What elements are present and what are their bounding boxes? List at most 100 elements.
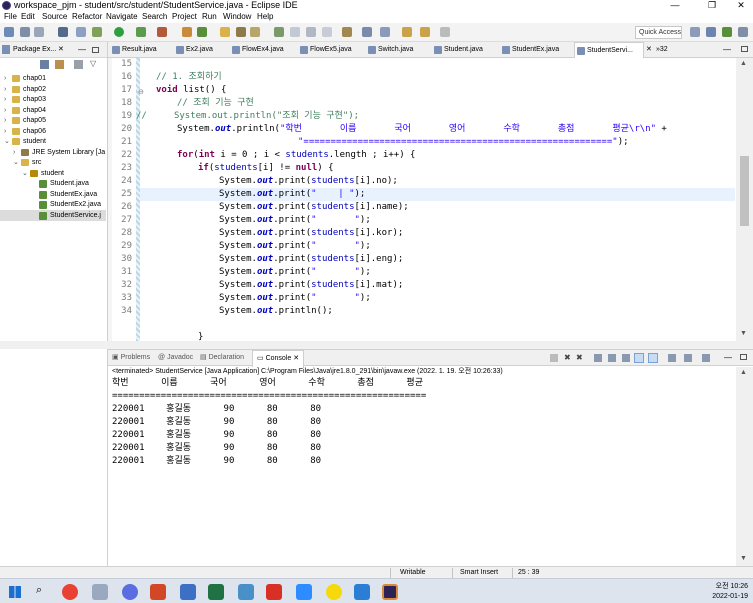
menu-project[interactable]: Project <box>172 11 197 23</box>
quick-access-input[interactable]: Quick Access <box>635 26 682 39</box>
minimize-view-icon[interactable]: — <box>78 42 86 58</box>
run-icon[interactable] <box>114 27 124 37</box>
windows-start-icon[interactable] <box>9 586 21 598</box>
more-tabs-button[interactable]: »32 <box>656 42 668 58</box>
tree-item[interactable]: ⌄ student <box>0 136 106 147</box>
debug-icon[interactable] <box>92 27 102 37</box>
menu-run[interactable]: Run <box>202 11 217 23</box>
expand-chevron-icon[interactable]: › <box>4 94 6 105</box>
show-on-stderr-icon[interactable] <box>648 353 658 363</box>
tree-item[interactable]: Student.java <box>0 178 106 189</box>
tree-item[interactable]: › chap05 <box>0 115 106 126</box>
skip-breakpoints-icon[interactable] <box>76 27 86 37</box>
app-icon[interactable] <box>354 584 370 600</box>
next-annotation-icon[interactable] <box>362 27 372 37</box>
tab-flowex5-java[interactable]: FlowEx5.java <box>298 42 364 58</box>
tree-item[interactable]: StudentService.j <box>0 209 106 221</box>
search-icon[interactable] <box>250 27 260 37</box>
tab-javadoc[interactable]: @ Javadoc <box>158 350 193 366</box>
save-icon[interactable] <box>20 27 30 37</box>
menu-window[interactable]: Window <box>223 11 251 23</box>
expand-chevron-icon[interactable]: › <box>4 115 6 126</box>
view-menu-icon[interactable]: ▽ <box>90 59 96 68</box>
app-icon[interactable] <box>122 584 138 600</box>
maximize-view-icon[interactable] <box>92 47 99 53</box>
back-icon[interactable] <box>402 27 412 37</box>
close-console-icon[interactable]: ✕ <box>291 355 299 362</box>
tree-item[interactable]: StudentEx.java <box>0 189 106 200</box>
tree-item[interactable]: › chap06 <box>0 126 106 137</box>
block-select-icon[interactable] <box>306 27 316 37</box>
minimize-button[interactable]: — <box>663 0 687 11</box>
menu-navigate[interactable]: Navigate <box>106 11 138 23</box>
tree-item[interactable]: ⌄ src <box>0 157 106 168</box>
menu-edit[interactable]: Edit <box>21 11 35 23</box>
zoom-icon[interactable] <box>296 584 312 600</box>
clear-console-icon[interactable] <box>594 354 602 362</box>
collapse-all-icon[interactable] <box>40 60 49 69</box>
annotation-icon[interactable] <box>290 27 300 37</box>
menu-source[interactable]: Source <box>42 11 67 23</box>
terminate-icon[interactable] <box>550 354 558 362</box>
tree-item[interactable]: › chap03 <box>0 94 106 105</box>
scroll-down-icon[interactable]: ▼ <box>740 330 747 337</box>
word-wrap-icon[interactable] <box>622 354 630 362</box>
open-task-icon[interactable] <box>236 27 246 37</box>
tree-item[interactable]: ⌄ student <box>0 168 106 179</box>
taskbar-search-icon[interactable]: ⌕ <box>36 584 42 597</box>
tree-item[interactable]: › chap01 <box>0 73 106 84</box>
console-scroll-up-icon[interactable]: ▲ <box>740 369 747 376</box>
menu-search[interactable]: Search <box>142 11 167 23</box>
tab-result-java[interactable]: Result.java <box>110 42 172 58</box>
close-tab-icon[interactable]: ✕ <box>646 42 652 58</box>
prev-annotation-icon[interactable] <box>380 27 390 37</box>
forward-icon[interactable] <box>420 27 430 37</box>
new-icon[interactable] <box>4 27 14 37</box>
pilcrow-icon[interactable] <box>342 27 352 37</box>
menu-file[interactable]: File <box>4 11 17 23</box>
console-scroll-down-icon[interactable]: ▼ <box>740 555 747 562</box>
expand-chevron-icon[interactable]: › <box>4 105 6 116</box>
console-vertical-scrollbar[interactable]: ▲ ▼ <box>736 367 753 567</box>
expand-chevron-icon[interactable]: › <box>13 147 15 158</box>
menu-help[interactable]: Help <box>257 11 273 23</box>
minimize-console-icon[interactable]: — <box>724 350 732 366</box>
code-editor[interactable]: 15 16 17 18 19 20 21 22 23 24 25 26 27 28 29 30 31 32 33 34… <box>108 58 753 341</box>
app-icon[interactable] <box>92 584 108 600</box>
fold-icon[interactable]: ⊖ <box>138 88 144 96</box>
menu-refactor[interactable]: Refactor <box>72 11 102 23</box>
acrobat-icon[interactable] <box>266 584 282 600</box>
expand-chevron-icon[interactable]: ⌄ <box>22 168 28 179</box>
debug-perspective-icon[interactable] <box>738 27 748 37</box>
chrome-icon[interactable] <box>62 584 78 600</box>
pin-console-icon[interactable] <box>668 354 676 362</box>
remove-launch-icon[interactable]: ✖ <box>564 353 571 362</box>
excel-icon[interactable] <box>208 584 224 600</box>
app-icon[interactable] <box>238 584 254 600</box>
remove-all-icon[interactable]: ✖ <box>576 353 583 362</box>
expand-chevron-icon[interactable]: › <box>4 126 6 137</box>
taskbar-date[interactable]: 2022-01-19 <box>712 592 748 602</box>
toggle-mark-icon[interactable] <box>274 27 284 37</box>
link-editor-icon[interactable] <box>55 60 64 69</box>
terminal-icon[interactable] <box>58 27 68 37</box>
tree-item[interactable]: › chap04 <box>0 105 106 116</box>
tab-ex2-java[interactable]: Ex2.java <box>174 42 228 58</box>
tree-item[interactable]: StudentEx2.java <box>0 199 106 210</box>
eclipse-taskbar-icon[interactable] <box>382 584 398 600</box>
display-console-icon[interactable] <box>684 354 692 362</box>
powerpoint-icon[interactable] <box>150 584 166 600</box>
maximize-button[interactable]: ❐ <box>700 0 724 11</box>
new-package-icon[interactable] <box>197 27 207 37</box>
java-perspective-icon[interactable] <box>722 27 732 37</box>
external-tools-icon[interactable] <box>157 27 167 37</box>
open-perspective-icon[interactable] <box>690 27 700 37</box>
open-type-icon[interactable] <box>220 27 230 37</box>
tab-problems[interactable]: ▣ Problems <box>112 350 150 366</box>
forward-dropdown-icon[interactable] <box>440 27 450 37</box>
maximize-console-icon[interactable] <box>740 354 747 360</box>
open-console-icon[interactable] <box>702 354 710 362</box>
expand-chevron-icon[interactable]: › <box>4 84 6 95</box>
tree-item[interactable]: › JRE System Library [Ja <box>0 147 106 158</box>
java-ee-perspective-icon[interactable] <box>706 27 716 37</box>
